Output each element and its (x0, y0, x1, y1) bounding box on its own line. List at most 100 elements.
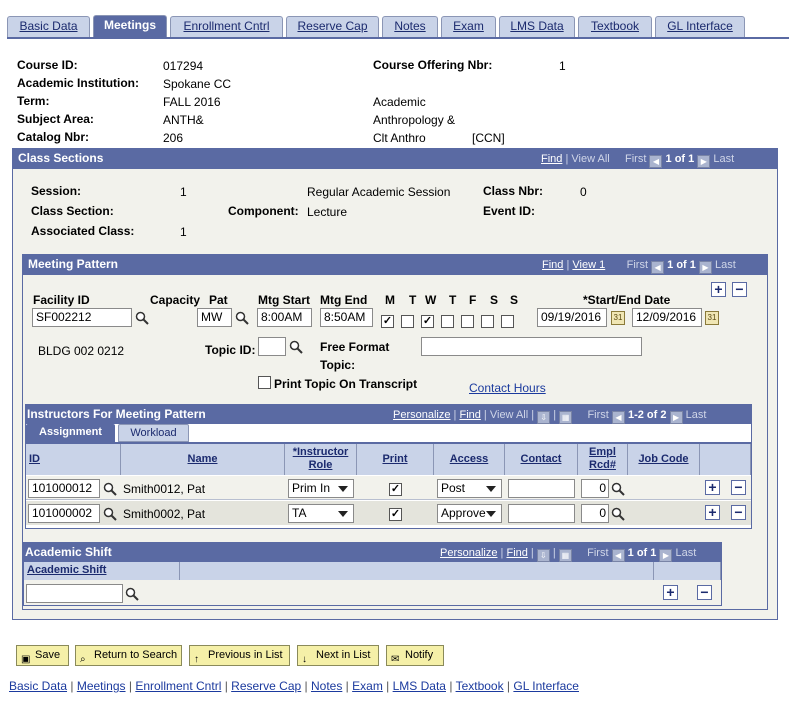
access-select[interactable]: Approve (437, 504, 502, 523)
facility-id-input[interactable]: SF002212 (32, 308, 132, 327)
end-date-input[interactable]: 12/09/2016 (632, 308, 702, 327)
download-icon[interactable]: ⇩ (537, 411, 551, 424)
col-print-header[interactable]: Print (357, 444, 434, 475)
topic-lookup-icon[interactable] (289, 340, 303, 354)
tab-reserve-cap[interactable]: Reserve Cap (286, 16, 379, 37)
academic-shift-input[interactable] (26, 584, 123, 603)
col-academic-shift-header[interactable]: Academic Shift (24, 562, 180, 580)
save-button[interactable]: ▣ Save (16, 645, 69, 666)
return-to-search-button[interactable]: ⌕ Return to Search (75, 645, 182, 666)
add-row-icon[interactable]: + (705, 480, 720, 495)
delete-row-icon[interactable]: − (731, 480, 746, 495)
day-sun-checkbox[interactable] (501, 315, 514, 328)
prev-arrow-icon[interactable]: ◀ (611, 411, 625, 424)
meeting-pattern-find-link[interactable]: Find (542, 259, 563, 271)
day-mon-checkbox[interactable]: ✓ (381, 315, 394, 328)
delete-row-icon[interactable]: − (697, 585, 712, 600)
instructors-find-link[interactable]: Find (459, 409, 480, 421)
print-topic-checkbox[interactable] (258, 376, 271, 389)
tab-textbook[interactable]: Textbook (578, 16, 652, 37)
instructors-personalize-link[interactable]: Personalize (393, 409, 450, 421)
footer-link-meetings[interactable]: Meetings (77, 679, 126, 693)
col-name-header[interactable]: Name (121, 444, 285, 475)
pat-input[interactable]: MW (197, 308, 232, 327)
subtab-workload[interactable]: Workload (118, 424, 189, 442)
next-arrow-icon[interactable]: ▶ (669, 411, 683, 424)
notify-button[interactable]: ✉ Notify (386, 645, 444, 666)
academic-shift-lookup-icon[interactable] (125, 587, 139, 601)
empl-lookup-icon[interactable] (611, 507, 625, 521)
prev-arrow-icon[interactable]: ◀ (649, 155, 663, 168)
instructor-id-input[interactable]: 101000012 (28, 479, 100, 498)
footer-link-lms-data[interactable]: LMS Data (393, 679, 446, 693)
access-select[interactable]: Post (437, 479, 502, 498)
academic-shift-find-link[interactable]: Find (506, 547, 527, 559)
col-access-header[interactable]: Access (434, 444, 505, 475)
next-arrow-icon[interactable]: ▶ (697, 155, 711, 168)
next-arrow-icon[interactable]: ▶ (659, 549, 673, 562)
add-row-icon[interactable]: + (705, 505, 720, 520)
calendar-icon[interactable]: 31 (705, 311, 719, 325)
day-tue-checkbox[interactable] (401, 315, 414, 328)
download-icon[interactable]: ⇩ (536, 549, 550, 562)
footer-link-reserve-cap[interactable]: Reserve Cap (231, 679, 301, 693)
start-date-input[interactable]: 09/19/2016 (537, 308, 607, 327)
next-arrow-icon[interactable]: ▶ (698, 261, 712, 274)
delete-row-icon[interactable]: − (731, 505, 746, 520)
footer-link-basic-data[interactable]: Basic Data (9, 679, 67, 693)
contact-input[interactable] (508, 504, 575, 523)
col-contact-header[interactable]: Contact (505, 444, 578, 475)
delete-row-icon[interactable]: − (732, 282, 747, 297)
instructor-role-select[interactable]: TA (288, 504, 354, 523)
calendar-icon[interactable]: 31 (611, 311, 625, 325)
tab-meetings[interactable]: Meetings (93, 15, 167, 38)
contact-hours-link[interactable]: Contact Hours (469, 381, 546, 395)
day-wed-checkbox[interactable]: ✓ (421, 315, 434, 328)
class-sections-find-link[interactable]: Find (541, 153, 562, 165)
footer-link-exam[interactable]: Exam (352, 679, 383, 693)
tab-notes[interactable]: Notes (382, 16, 438, 37)
col-role-header[interactable]: *Instructor Role (285, 444, 357, 475)
mtg-end-input[interactable]: 8:50AM (320, 308, 373, 327)
instructor-lookup-icon[interactable] (103, 482, 117, 496)
empl-lookup-icon[interactable] (611, 482, 625, 496)
topic-id-input[interactable] (258, 337, 286, 356)
grid-icon[interactable]: ▦ (559, 411, 573, 424)
col-id-header[interactable]: ID (26, 444, 121, 475)
footer-link-textbook[interactable]: Textbook (456, 679, 504, 693)
day-fri-checkbox[interactable] (461, 315, 474, 328)
subtab-assignment[interactable]: Assignment (26, 424, 115, 442)
col-jobcode-header[interactable]: Job Code (628, 444, 700, 475)
contact-input[interactable] (508, 479, 575, 498)
instructor-role-select[interactable]: Prim In (288, 479, 354, 498)
empl-rcd-input[interactable]: 0 (581, 504, 609, 523)
empl-rcd-input[interactable]: 0 (581, 479, 609, 498)
free-format-topic-input[interactable] (421, 337, 642, 356)
pat-lookup-icon[interactable] (235, 311, 249, 325)
tab-basic-data[interactable]: Basic Data (7, 16, 90, 37)
print-checkbox[interactable]: ✓ (389, 483, 402, 496)
col-empl-header[interactable]: Empl Rcd# (578, 444, 628, 475)
add-row-icon[interactable]: + (663, 585, 678, 600)
footer-link-notes[interactable]: Notes (311, 679, 342, 693)
grid-icon[interactable]: ▦ (558, 549, 572, 562)
facility-lookup-icon[interactable] (135, 311, 149, 325)
tab-enrollment-cntrl[interactable]: Enrollment Cntrl (170, 16, 283, 37)
academic-shift-personalize-link[interactable]: Personalize (440, 547, 497, 559)
prev-arrow-icon[interactable]: ◀ (611, 549, 625, 562)
footer-link-gl-interface[interactable]: GL Interface (513, 679, 579, 693)
prev-arrow-icon[interactable]: ◀ (651, 261, 665, 274)
print-checkbox[interactable]: ✓ (389, 508, 402, 521)
instructor-id-input[interactable]: 101000002 (28, 504, 100, 523)
instructor-lookup-icon[interactable] (103, 507, 117, 521)
previous-in-list-button[interactable]: ↑ Previous in List (189, 645, 290, 666)
mtg-start-input[interactable]: 8:00AM (257, 308, 312, 327)
meeting-pattern-view-link[interactable]: View 1 (572, 259, 605, 271)
next-in-list-button[interactable]: ↓ Next in List (297, 645, 379, 666)
footer-link-enrollment-cntrl[interactable]: Enrollment Cntrl (135, 679, 221, 693)
tab-exam[interactable]: Exam (441, 16, 496, 37)
add-row-icon[interactable]: + (711, 282, 726, 297)
day-thu-checkbox[interactable] (441, 315, 454, 328)
tab-gl-interface[interactable]: GL Interface (655, 16, 745, 37)
tab-lms-data[interactable]: LMS Data (499, 16, 575, 37)
